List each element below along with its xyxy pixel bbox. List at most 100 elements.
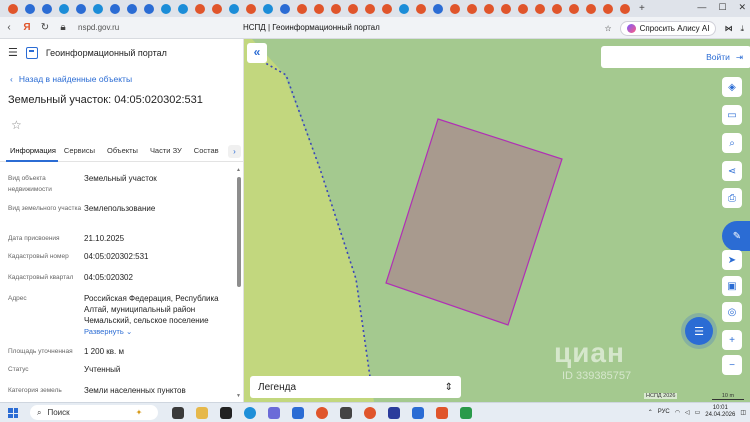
store-icon[interactable]: [268, 407, 280, 419]
ruler-icon[interactable]: ▭: [722, 105, 742, 125]
feedback-icon[interactable]: ✎: [722, 221, 750, 251]
back-arrow-icon[interactable]: ‹: [0, 22, 18, 33]
tab-parts[interactable]: Части ЗУ: [144, 142, 188, 162]
browser-tab-favicon[interactable]: [92, 3, 103, 14]
browser-tab-favicon[interactable]: [296, 3, 307, 14]
yandex-logo-icon[interactable]: Я: [18, 22, 36, 33]
ask-alice-button[interactable]: Спросить Алису AI: [619, 21, 717, 36]
url-field[interactable]: nspd.gov.ru: [78, 23, 119, 32]
app-icon[interactable]: [460, 407, 472, 419]
favorite-star-icon[interactable]: ☆: [11, 118, 22, 132]
browser-tab-favicon[interactable]: [58, 3, 69, 14]
browser-tab-favicon[interactable]: [364, 3, 375, 14]
browser-tab-favicon[interactable]: [432, 3, 443, 14]
browser-tab-favicon[interactable]: [330, 3, 341, 14]
browser-tab-favicon[interactable]: [381, 3, 392, 14]
volume-icon[interactable]: ◁: [685, 409, 690, 416]
lang-indicator[interactable]: РУС: [658, 409, 670, 415]
browser-tab-favicon[interactable]: [41, 3, 52, 14]
browser-tab-favicon[interactable]: [262, 3, 273, 14]
yandex-browser-icon[interactable]: [364, 407, 376, 419]
task-view-icon[interactable]: [172, 407, 184, 419]
maximize-icon[interactable]: ☐: [718, 2, 726, 13]
browser-tab-favicon[interactable]: [313, 3, 324, 14]
media-app-icon[interactable]: [220, 407, 232, 419]
file-explorer-icon[interactable]: [196, 407, 208, 419]
browser-tab-favicon[interactable]: [228, 3, 239, 14]
screenshot-icon[interactable]: ▣: [722, 276, 742, 296]
tab-objects[interactable]: Объекты: [101, 142, 144, 162]
browser-tab-favicon[interactable]: [177, 3, 188, 14]
browser-tab-favicon[interactable]: [245, 3, 256, 14]
browser-tab-favicon[interactable]: [24, 3, 35, 14]
browser-tab-favicon[interactable]: [415, 3, 426, 14]
reload-icon[interactable]: ↻: [36, 22, 54, 33]
browser-tab-favicon[interactable]: [211, 3, 222, 14]
browser-tab-favicon[interactable]: [585, 3, 596, 14]
mail-icon[interactable]: [292, 407, 304, 419]
browser-tab-favicon[interactable]: [398, 3, 409, 14]
land-parcel-polygon[interactable]: [385, 118, 563, 326]
browser-tab-favicon[interactable]: [143, 3, 154, 14]
browser-tab-favicon[interactable]: [75, 3, 86, 14]
taskbar-search[interactable]: ⌕ Поиск ✦: [30, 405, 158, 420]
browser-tab-favicon[interactable]: [279, 3, 290, 14]
new-tab-button[interactable]: +: [639, 3, 645, 14]
word-icon[interactable]: [412, 407, 424, 419]
print-icon[interactable]: ⎙: [722, 188, 742, 208]
login-button[interactable]: Войти ⇥: [601, 46, 750, 68]
browser-tab-favicon[interactable]: [126, 3, 137, 14]
bookmark-icon[interactable]: ☆: [604, 24, 611, 33]
scroll-down-icon[interactable]: ▼: [236, 393, 241, 399]
panel-scrollbar[interactable]: [237, 169, 241, 397]
minimize-icon[interactable]: —: [697, 2, 706, 13]
zoom-in-icon[interactable]: +: [722, 330, 742, 350]
browser-tab-favicon[interactable]: [602, 3, 613, 14]
tab-services[interactable]: Сервисы: [58, 142, 101, 162]
browser-tab-favicon[interactable]: [619, 3, 630, 14]
browser-tab-favicon[interactable]: [194, 3, 205, 14]
tab-composition[interactable]: Состав: [188, 142, 225, 162]
app-icon[interactable]: [436, 407, 448, 419]
back-to-results-link[interactable]: ‹ Назад в найденные объекты: [10, 74, 132, 84]
browser-tab-favicon[interactable]: [466, 3, 477, 14]
browser-tab-favicon[interactable]: [534, 3, 545, 14]
chrome-icon[interactable]: [316, 407, 328, 419]
yandex-icon[interactable]: [388, 407, 400, 419]
chat-button[interactable]: ☰: [685, 317, 713, 345]
close-window-icon[interactable]: ✕: [738, 2, 746, 13]
browser-tab-favicon[interactable]: [109, 3, 120, 14]
download-icon[interactable]: ⤓: [740, 24, 744, 34]
edge-icon[interactable]: [244, 407, 256, 419]
browser-tab-favicon[interactable]: [551, 3, 562, 14]
wifi-icon[interactable]: ◠: [675, 409, 680, 416]
app-icon[interactable]: [340, 407, 352, 419]
menu-icon[interactable]: ☰: [8, 46, 18, 59]
extension-icon[interactable]: ⋈: [724, 24, 732, 33]
browser-tab-favicon[interactable]: [483, 3, 494, 14]
scrollbar-thumb[interactable]: [237, 177, 241, 287]
browser-tab-favicon[interactable]: [160, 3, 171, 14]
geolocation-icon[interactable]: ◎: [722, 302, 742, 322]
layers-icon[interactable]: ◈: [722, 77, 742, 97]
browser-tab-favicon[interactable]: [449, 3, 460, 14]
browser-tab-favicon[interactable]: [517, 3, 528, 14]
map-canvas[interactable]: « Войти ⇥ ◈ ▭ ⌕ ⋖ ⎙ ✎ ➤ ▣ ◎ + − ☰ циан I…: [244, 39, 750, 402]
collapse-panel-button[interactable]: «: [247, 43, 267, 63]
search-area-icon[interactable]: ⌕: [722, 133, 742, 153]
navigation-icon[interactable]: ➤: [722, 250, 742, 270]
tab-information[interactable]: Информация: [6, 142, 58, 162]
browser-tab-favicon[interactable]: [500, 3, 511, 14]
clock[interactable]: 10:01 24.04.2026: [705, 405, 735, 419]
notifications-icon[interactable]: ◫: [740, 409, 746, 416]
chevron-up-icon[interactable]: ⌃: [648, 409, 653, 416]
browser-tab-favicon[interactable]: [7, 3, 18, 14]
windows-start-icon[interactable]: [8, 408, 18, 418]
battery-icon[interactable]: ▭: [695, 409, 701, 416]
browser-tab-favicon[interactable]: [347, 3, 358, 14]
zoom-out-icon[interactable]: −: [722, 355, 742, 375]
tabs-scroll-right-icon[interactable]: ›: [228, 145, 241, 158]
share-icon[interactable]: ⋖: [722, 161, 742, 181]
browser-tab-favicon[interactable]: [568, 3, 579, 14]
legend-dropdown[interactable]: Легенда ⇕: [250, 376, 461, 398]
